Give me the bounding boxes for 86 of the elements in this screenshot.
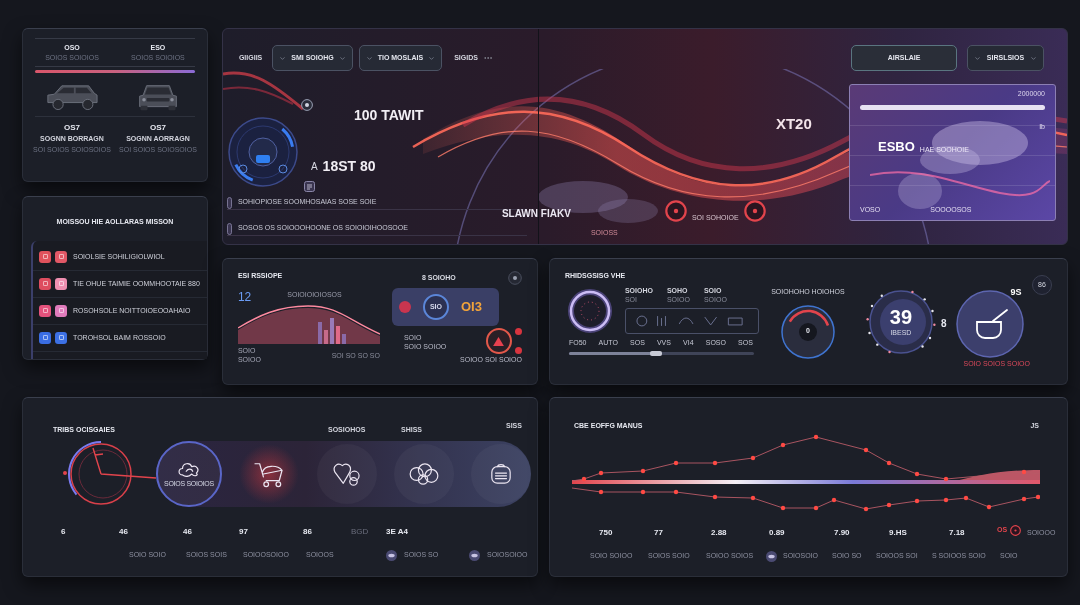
warning-button[interactable]: [485, 328, 512, 354]
chart-point: [780, 442, 786, 448]
reading-prefix: A: [310, 160, 318, 174]
chart-point: [914, 498, 920, 504]
value-text: 9.HS: [889, 528, 907, 537]
value-text: 2.88: [711, 528, 727, 537]
chart-point: [943, 497, 949, 503]
chart-point: [943, 476, 949, 482]
chart-point: [886, 502, 892, 508]
chart-point: [1021, 469, 1027, 475]
headline-value: 100 TAWIT: [353, 106, 424, 125]
chart-point: [813, 505, 819, 511]
slider-track[interactable]: [568, 352, 754, 355]
hearts-icon: [331, 461, 362, 487]
chart-point: [673, 489, 679, 495]
chart-point: [598, 489, 604, 495]
marker-label: XT20: [775, 114, 812, 134]
chevron-icon: [279, 54, 287, 62]
chart-point: [863, 506, 869, 512]
slider-thumb[interactable]: [649, 351, 662, 356]
ring-icon: [664, 199, 687, 222]
chart-point: [780, 505, 786, 511]
hero-caption: SLAWN FIAKV: [501, 207, 571, 221]
signal-value: 12: [237, 289, 252, 304]
record-dot-icon: [398, 301, 411, 313]
chart-point: [750, 495, 756, 501]
value-text: 7.18: [949, 528, 965, 537]
status-dot-icon: [514, 347, 522, 354]
chart-point: [914, 471, 920, 477]
chart-point: [640, 468, 646, 474]
chart-point: [673, 460, 679, 466]
readout-value: OI3: [460, 298, 482, 317]
suv-side-icon: [45, 83, 98, 111]
chart-point: [750, 455, 756, 461]
value-text: BGD: [351, 527, 369, 536]
chart-point: [1021, 496, 1027, 502]
chart-point: [986, 504, 992, 510]
glow-ring-icon: [566, 286, 613, 335]
value-text: 86: [303, 527, 312, 536]
chart-point: [863, 447, 869, 453]
chevron-icon: [974, 54, 981, 62]
emblem-icon: [300, 99, 313, 111]
knob-icon[interactable]: [507, 271, 522, 285]
cup-value: 9S: [1010, 286, 1022, 299]
chevron-icon: [338, 54, 346, 62]
dial-ring-drawing: [865, 288, 936, 356]
chart-point: [640, 489, 646, 495]
dial-side-value: 8: [940, 317, 947, 331]
radio-icon: [490, 463, 512, 485]
chevron-icon: [1030, 54, 1037, 62]
document-icon: [303, 181, 315, 192]
value-text: 46: [183, 527, 192, 536]
value-text: 7.90: [834, 528, 850, 537]
chart-point: [712, 494, 718, 500]
chart-point: [813, 434, 819, 440]
status-dot-icon: [514, 328, 522, 335]
ring-icon: [743, 199, 766, 222]
dial-value: 39: [889, 307, 913, 327]
value-text: 6: [61, 527, 66, 536]
reading-value: 18ST 80: [322, 157, 376, 176]
chart-point: [581, 476, 587, 482]
value-text: 3E A4: [386, 527, 408, 536]
panel-value: ESBO: [878, 140, 915, 153]
value-text: 97: [239, 527, 248, 536]
gauge-dial-drawing: [779, 303, 836, 360]
chart-point: [712, 460, 718, 466]
chart-point: [1035, 494, 1040, 500]
value-text: 46: [119, 527, 128, 536]
bubbles-icon: [407, 462, 440, 486]
chevron-icon: [365, 54, 373, 62]
vehicle-value: OS7: [149, 123, 166, 132]
stroller-icon: [253, 460, 286, 488]
chart-point: [886, 460, 892, 466]
value-text: 750: [599, 528, 613, 537]
cup-dial-icon: [955, 290, 1026, 358]
ring-icon: [1010, 524, 1022, 536]
vehicle-value: OS7: [63, 123, 80, 132]
cloud-icon: [177, 460, 201, 477]
value-text: 0.89: [769, 528, 785, 537]
triangle-icon: [493, 336, 505, 346]
mode-button[interactable]: [471, 444, 531, 504]
chevron-icon: [428, 54, 436, 62]
chart-point: [831, 497, 837, 503]
chart-point: [598, 470, 604, 476]
value-text: 77: [654, 528, 663, 537]
chart-point: [963, 495, 969, 501]
